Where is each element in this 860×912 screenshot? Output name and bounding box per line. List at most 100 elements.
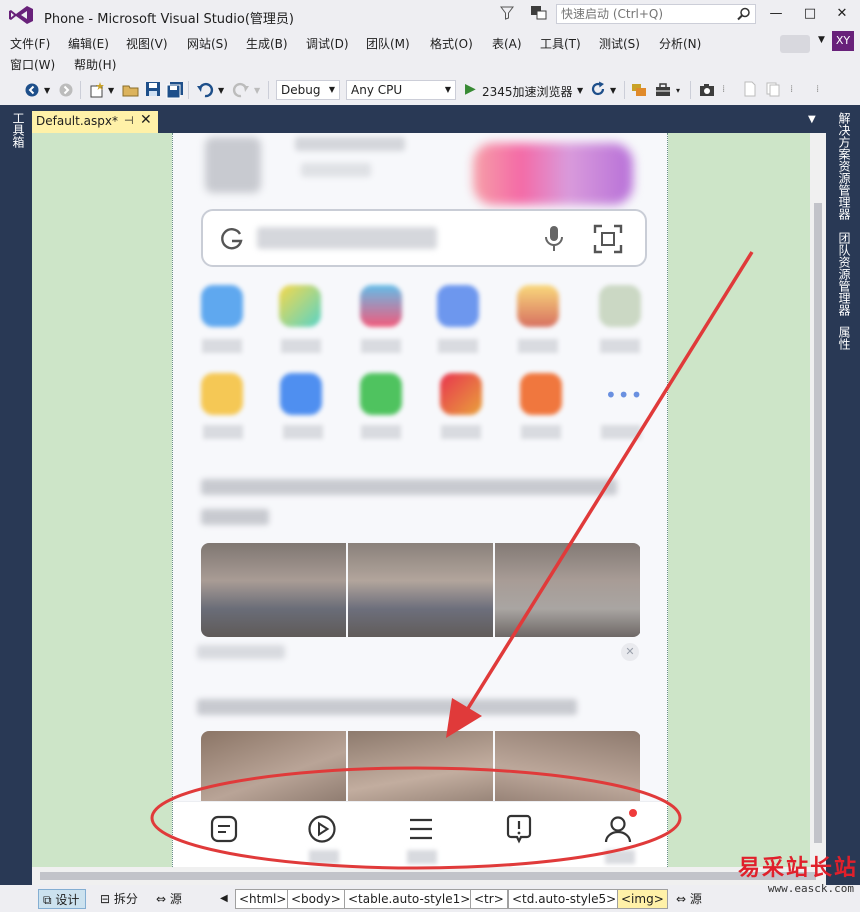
close-window-button[interactable]: ✕	[828, 3, 856, 25]
save-icon[interactable]	[145, 81, 161, 97]
source-button[interactable]: ⇔ 源	[672, 889, 708, 909]
news-image-strip[interactable]	[201, 543, 641, 637]
solution-platform-select[interactable]: Any CPU ▼	[346, 80, 456, 100]
split-view-button[interactable]: ⊟ 拆分	[96, 889, 144, 909]
menu-team[interactable]: 团队(M)	[366, 35, 410, 52]
menu-analyze[interactable]: 分析(N)	[659, 35, 701, 52]
undo-dropdown-icon[interactable]: ▼	[218, 86, 224, 95]
vertical-scrollbar[interactable]	[810, 133, 826, 867]
account-name[interactable]	[780, 35, 810, 53]
breadcrumb-td[interactable]: <td.auto-style5>	[508, 889, 621, 909]
app-icon[interactable]	[437, 285, 479, 327]
browser-dropdown-icon[interactable]: ▼	[577, 86, 583, 95]
toolbar-overflow-icon[interactable]: ⁞	[790, 84, 793, 95]
app-icon[interactable]	[201, 373, 243, 415]
new-dropdown-icon[interactable]: ▼	[108, 86, 114, 95]
breadcrumb-tr[interactable]: <tr>	[470, 889, 508, 909]
close-icon[interactable]: ✕	[140, 112, 152, 128]
source-view-button[interactable]: ⇔ 源	[152, 889, 188, 909]
solution-explorer-tab[interactable]: 解决方案资源管理器	[836, 112, 851, 220]
app-icon[interactable]	[279, 285, 321, 327]
menu-file[interactable]: 文件(F)	[10, 35, 50, 52]
start-browser-button[interactable]: 2345加速浏览器	[482, 83, 573, 100]
team-explorer-tab[interactable]: 团队资源管理器	[836, 232, 851, 316]
breadcrumb-prev-icon[interactable]: ◀	[216, 889, 234, 909]
properties-tab[interactable]: 属性	[836, 326, 851, 350]
breadcrumb-img[interactable]: <img>	[617, 889, 668, 909]
profile-icon[interactable]	[603, 814, 633, 844]
refresh-dropdown-icon[interactable]: ▼	[610, 86, 616, 95]
menu-tools[interactable]: 工具(T)	[540, 35, 581, 52]
scrollbar-thumb[interactable]	[814, 203, 822, 843]
notifications-filter-icon[interactable]	[500, 6, 514, 20]
toolbar-overflow-icon[interactable]: ⁞	[816, 84, 819, 95]
toolbar-overflow-icon[interactable]: ⁞	[722, 84, 725, 95]
promo-banner-blur	[473, 143, 633, 205]
menu-help[interactable]: 帮助(H)	[74, 56, 116, 73]
tab-list-dropdown-icon[interactable]: ▼	[808, 114, 816, 125]
breadcrumb-html[interactable]: <html>	[235, 889, 291, 909]
quick-launch-box[interactable]	[556, 4, 756, 24]
avatar[interactable]: XY	[832, 31, 854, 51]
app-icon[interactable]	[440, 373, 482, 415]
feedback-icon[interactable]	[530, 5, 548, 21]
maximize-button[interactable]: □	[796, 3, 824, 25]
app-icon[interactable]	[517, 285, 559, 327]
more-apps-icon[interactable]: •••	[605, 383, 643, 407]
search-box[interactable]	[201, 209, 647, 267]
app-icon[interactable]	[360, 373, 402, 415]
new-document-icon[interactable]	[742, 81, 758, 97]
scan-icon[interactable]	[593, 224, 623, 254]
copy-document-icon[interactable]	[765, 81, 781, 97]
redo-icon[interactable]	[232, 81, 250, 99]
quick-launch-input[interactable]	[557, 5, 731, 23]
video-play-icon[interactable]	[307, 814, 337, 844]
menu-test[interactable]: 测试(S)	[599, 35, 640, 52]
publish-icon[interactable]	[630, 81, 648, 99]
app-icon[interactable]	[280, 373, 322, 415]
camera-icon[interactable]	[698, 81, 716, 99]
menu-edit[interactable]: 编辑(E)	[68, 35, 109, 52]
menu-icon[interactable]	[406, 814, 436, 844]
back-dropdown-icon[interactable]: ▼	[44, 86, 50, 95]
app-icon[interactable]	[599, 285, 641, 327]
forward-icon[interactable]	[58, 82, 74, 98]
menu-format[interactable]: 格式(O)	[430, 35, 473, 52]
menu-window[interactable]: 窗口(W)	[10, 56, 55, 73]
scrollbar-thumb[interactable]	[40, 872, 816, 880]
app-icon[interactable]	[520, 373, 562, 415]
back-icon[interactable]	[24, 82, 40, 98]
solution-configuration-select[interactable]: Debug ▼	[276, 80, 340, 100]
dismiss-icon[interactable]: ✕	[621, 643, 639, 661]
phone-screenshot-image[interactable]: ••• ✕	[172, 133, 668, 867]
save-all-icon[interactable]	[166, 81, 184, 99]
tab-default-aspx[interactable]: Default.aspx* ⊣ ✕	[32, 111, 158, 133]
redo-dropdown-icon[interactable]: ▼	[254, 86, 260, 95]
breadcrumb-body[interactable]: <body>	[287, 889, 345, 909]
notice-icon[interactable]	[504, 814, 534, 844]
search-icon[interactable]	[737, 7, 751, 21]
menu-build[interactable]: 生成(B)	[246, 35, 288, 52]
app-icon[interactable]	[360, 285, 402, 327]
feed-icon[interactable]	[209, 814, 239, 844]
design-view-button[interactable]: ⧉ 设计	[38, 889, 87, 909]
toolbox-tab[interactable]: 工具箱	[10, 112, 25, 148]
pin-icon[interactable]: ⊣	[124, 114, 134, 127]
chevron-down-icon[interactable]: ▼	[818, 35, 825, 45]
toolbox-icon[interactable]	[654, 81, 672, 99]
refresh-icon[interactable]	[590, 81, 606, 97]
menu-debug[interactable]: 调试(D)	[306, 35, 349, 52]
toolbar-overflow-icon[interactable]: ▾	[676, 86, 680, 95]
menu-view[interactable]: 视图(V)	[126, 35, 168, 52]
menu-table[interactable]: 表(A)	[492, 35, 522, 52]
new-project-icon[interactable]	[88, 81, 106, 99]
start-debugging-icon[interactable]: ▶	[465, 81, 476, 97]
menu-website[interactable]: 网站(S)	[187, 35, 228, 52]
app-icon[interactable]	[201, 285, 243, 327]
horizontal-scrollbar[interactable]	[32, 867, 826, 885]
minimize-button[interactable]: —	[762, 3, 790, 25]
undo-icon[interactable]	[196, 81, 214, 99]
breadcrumb-table[interactable]: <table.auto-style1>	[344, 889, 475, 909]
open-file-icon[interactable]	[122, 81, 140, 99]
microphone-icon[interactable]	[541, 224, 567, 254]
